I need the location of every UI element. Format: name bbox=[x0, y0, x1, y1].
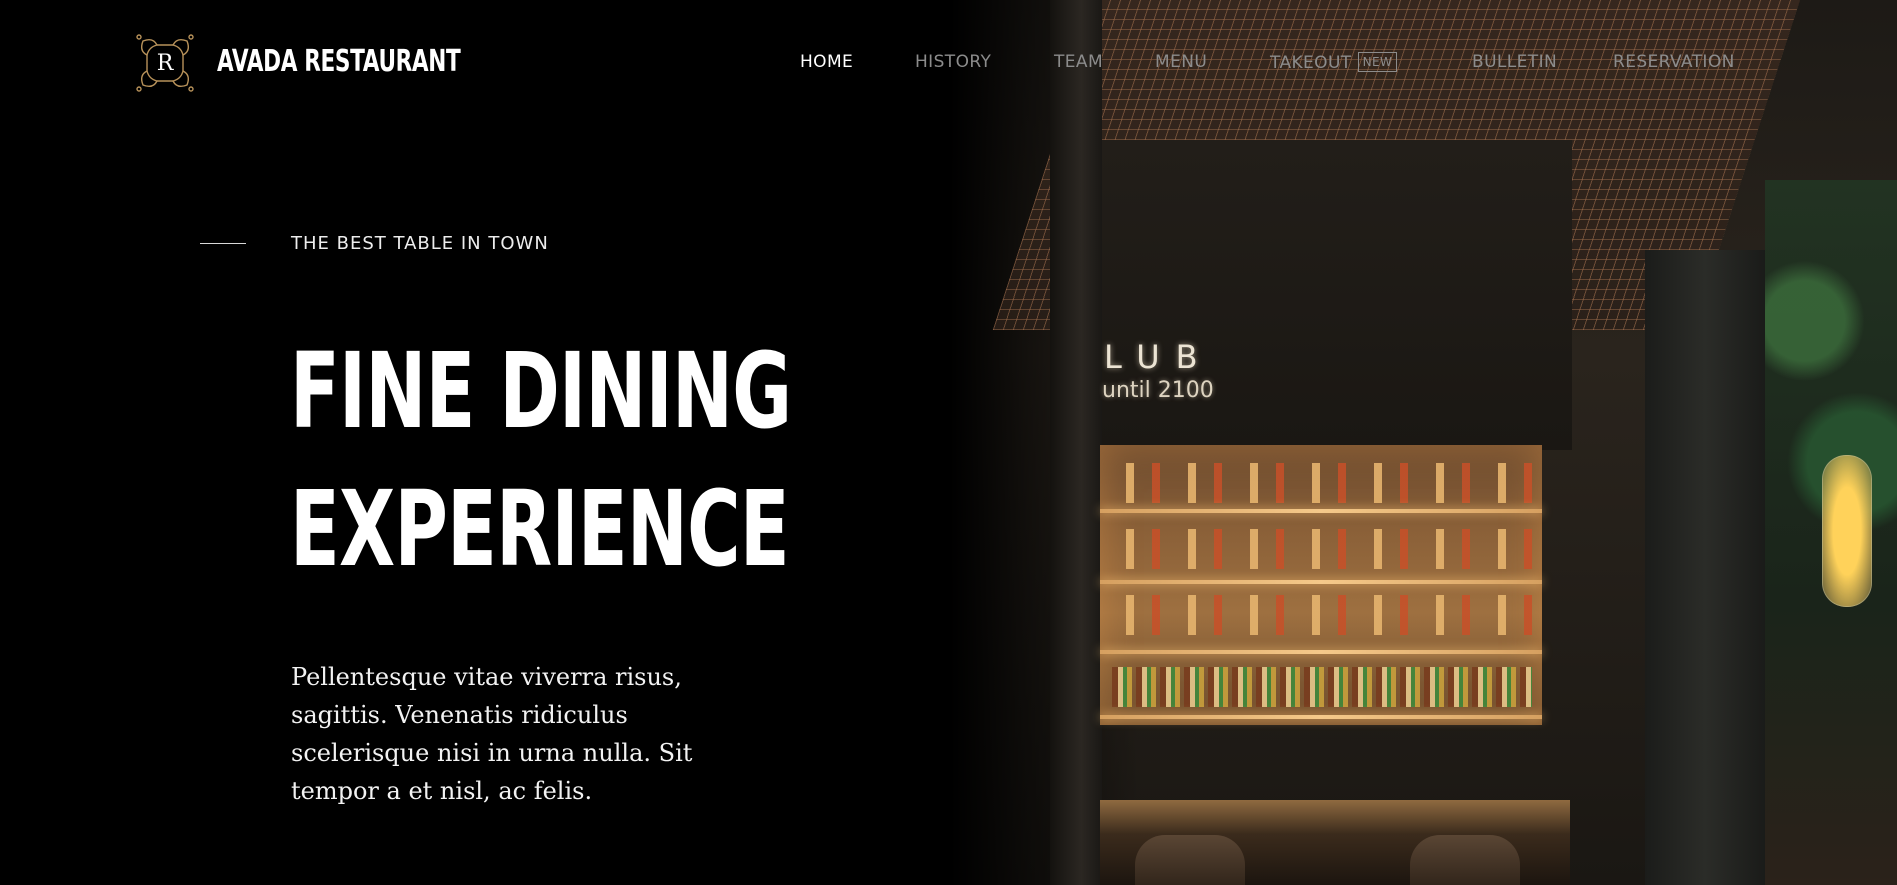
new-badge: NEW bbox=[1357, 52, 1398, 72]
brand-name[interactable]: AVADA RESTAURANT bbox=[217, 44, 461, 79]
logo-letter: R bbox=[156, 50, 174, 76]
photo-pillar bbox=[1645, 250, 1765, 885]
bar-shelves bbox=[1100, 445, 1542, 725]
logo-icon[interactable]: R bbox=[135, 33, 195, 93]
nav-menu[interactable]: MENU bbox=[1155, 52, 1207, 72]
page: LUB until 2100 R AVADA RESTAURANT HOME H… bbox=[0, 0, 1897, 885]
site-header: R AVADA RESTAURANT HOME HISTORY TEAM MEN… bbox=[0, 0, 1897, 130]
nav-takeout[interactable]: TAKEOUT NEW bbox=[1270, 52, 1398, 73]
photo-pillar bbox=[1050, 0, 1102, 885]
nav-team[interactable]: TEAM bbox=[1054, 52, 1103, 72]
back-wall bbox=[1102, 140, 1572, 450]
hero-description: Pellentesque vitae viverra risus, sagitt… bbox=[291, 663, 693, 805]
nav-history[interactable]: HISTORY bbox=[915, 52, 991, 72]
bar-chair bbox=[1410, 835, 1520, 885]
club-sign: LUB bbox=[1104, 338, 1214, 376]
tagline-rule bbox=[200, 243, 246, 244]
hero-title-line-2: EXPERIENCE bbox=[290, 468, 790, 590]
club-sign-subtitle: until 2100 bbox=[1102, 378, 1214, 403]
hero-tagline: THE BEST TABLE IN TOWN bbox=[291, 233, 549, 254]
bottle-row bbox=[1112, 667, 1532, 707]
hero-title: FINE DINING EXPERIENCE bbox=[290, 322, 792, 598]
shelf-line bbox=[1100, 715, 1542, 719]
hero-photo: LUB until 2100 bbox=[950, 0, 1897, 885]
nav-home[interactable]: HOME bbox=[800, 52, 853, 72]
nav-reservation[interactable]: RESERVATION bbox=[1613, 52, 1735, 72]
shelf-line bbox=[1100, 509, 1542, 513]
bar-chair bbox=[1135, 835, 1245, 885]
nav-takeout-label: TAKEOUT bbox=[1270, 53, 1352, 73]
pendant-lamp bbox=[1822, 455, 1872, 607]
bottle-row bbox=[1112, 463, 1532, 503]
shelf-line bbox=[1100, 650, 1542, 654]
nav-bulletin[interactable]: BULLETIN bbox=[1472, 52, 1557, 72]
hero-title-line-1: FINE DINING bbox=[290, 330, 792, 452]
bottle-row bbox=[1112, 595, 1532, 635]
bottle-row bbox=[1112, 529, 1532, 569]
shelf-line bbox=[1100, 580, 1542, 584]
